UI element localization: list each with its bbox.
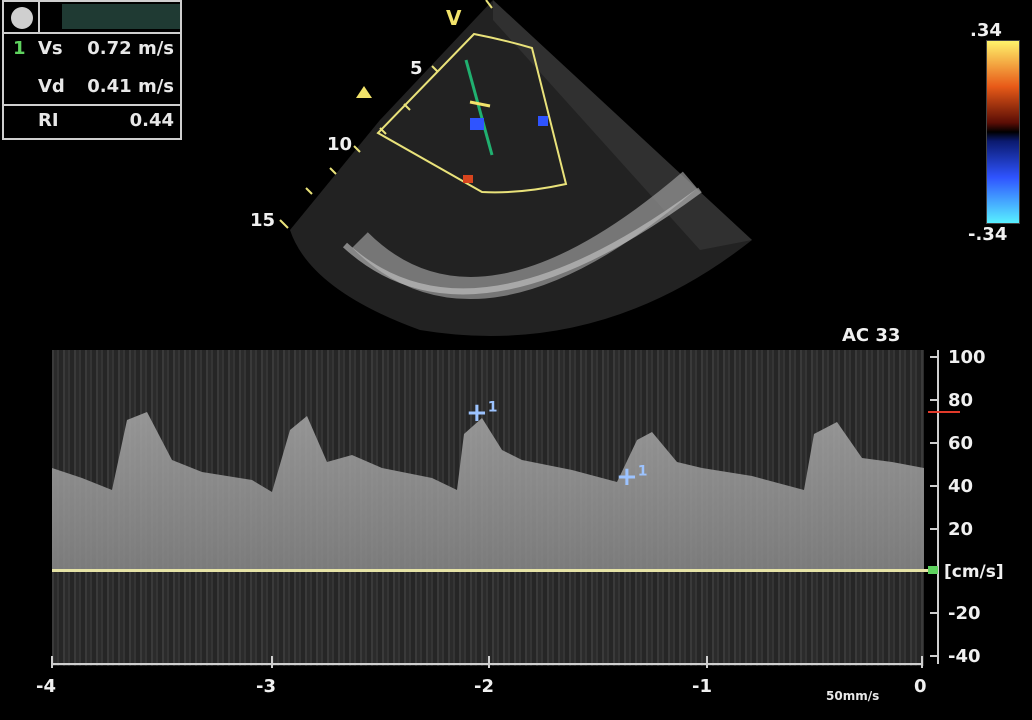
y-tick-label: -20 — [948, 603, 981, 624]
y-tick-label: -40 — [948, 646, 981, 667]
doppler-axes — [51, 350, 960, 668]
sweep-speed: 50mm/s — [826, 689, 880, 703]
y-tick-label: 60 — [948, 433, 974, 454]
velocity-unit: [cm/s] — [944, 562, 1004, 582]
y-tick-label: 80 — [948, 390, 974, 411]
x-tick-label: -4 — [36, 676, 56, 697]
y-tick-label: 40 — [948, 476, 974, 497]
x-tick-label: 0 — [914, 676, 927, 697]
x-tick-label: -1 — [692, 676, 712, 697]
x-tick-label: -3 — [256, 676, 276, 697]
x-tick-label: -2 — [474, 676, 494, 697]
y-tick-label: 100 — [948, 347, 986, 368]
y-tick-label: 20 — [948, 519, 974, 540]
